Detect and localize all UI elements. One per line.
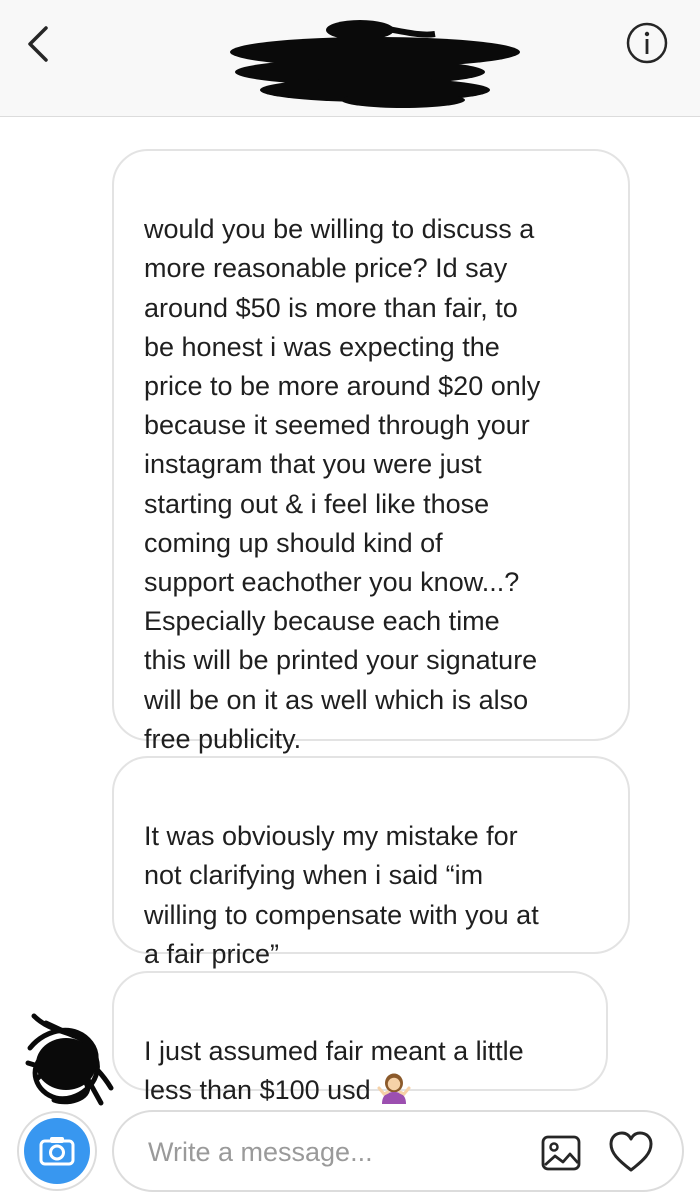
message-bubble: would you be willing to discuss a more r…	[112, 149, 630, 754]
camera-button[interactable]	[16, 1110, 98, 1192]
message-composer	[112, 1110, 684, 1192]
message-text: It was obviously my mistake for not clar…	[144, 821, 539, 969]
like-button[interactable]	[608, 1130, 654, 1176]
camera-icon	[17, 1111, 97, 1191]
heart-icon	[609, 1131, 653, 1172]
message-input[interactable]	[148, 1132, 508, 1172]
gallery-icon	[541, 1135, 581, 1171]
redacted-avatar	[25, 1013, 114, 1106]
message-bubble: I just assumed fair meant a little less …	[112, 971, 608, 1105]
conversation-header	[0, 0, 700, 117]
info-circle-icon	[626, 22, 668, 64]
message-text: would you be willing to discuss a more r…	[144, 214, 541, 754]
back-button[interactable]	[18, 22, 62, 66]
gallery-button[interactable]	[540, 1132, 582, 1174]
info-button[interactable]	[624, 20, 670, 66]
redacted-username	[230, 20, 520, 108]
woman-shrugging-emoji	[377, 1073, 411, 1105]
message-bubble: It was obviously my mistake for not clar…	[112, 756, 630, 969]
message-text: I just assumed fair meant a little less …	[144, 1036, 524, 1106]
chevron-left-icon	[28, 26, 48, 62]
